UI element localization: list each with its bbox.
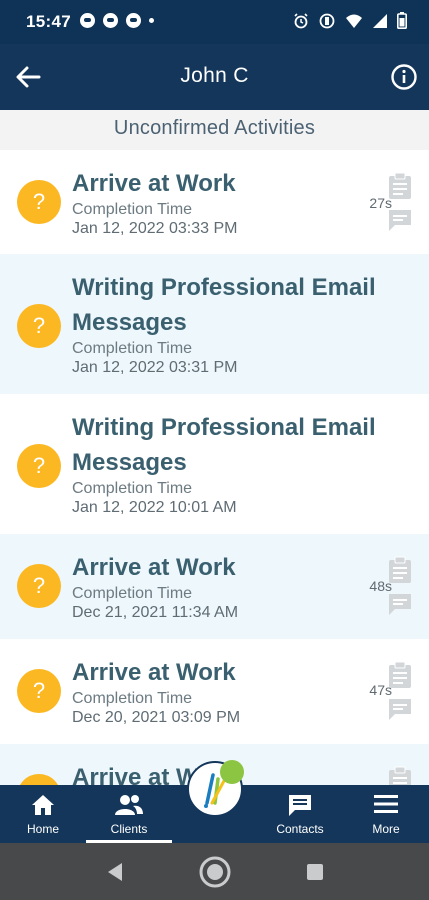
list-item[interactable]: ? Writing Professional Email Messages Co…	[0, 394, 429, 534]
menu-icon	[374, 795, 398, 813]
activity-title: Arrive at Work	[72, 554, 236, 581]
activity-actions	[387, 661, 415, 721]
pending-status-icon: ?	[17, 564, 61, 608]
system-back-button[interactable]	[100, 857, 130, 887]
system-home-button[interactable]	[198, 855, 232, 889]
signal-icon	[373, 13, 387, 28]
activity-date: Jan 12, 2022 03:31 PM	[72, 359, 238, 376]
activity-date: Jan 12, 2022 03:33 PM	[72, 220, 238, 237]
list-item[interactable]: ? Writing Professional Email Messages Co…	[0, 254, 429, 394]
clipboard-icon[interactable]	[387, 661, 413, 689]
activity-label: Completion Time	[72, 585, 193, 602]
activity-actions	[387, 556, 415, 616]
triangle-back-icon	[108, 863, 122, 881]
activity-title-line-1: Writing Professional Email	[72, 274, 376, 301]
activity-label: Completion Time	[72, 201, 193, 218]
status-bar: 15:47	[0, 0, 429, 44]
activity-actions	[387, 766, 415, 785]
circle-home-icon	[199, 856, 231, 888]
nav-more-label: More	[372, 822, 400, 836]
clipboard-icon[interactable]	[387, 556, 413, 584]
pending-status-icon: ?	[17, 669, 61, 713]
status-notifications	[80, 13, 154, 28]
system-recents-button[interactable]	[300, 857, 330, 887]
square-recents-icon	[307, 864, 323, 880]
activity-title-line-2: Messages	[72, 449, 187, 476]
activity-title: Arrive at Work	[72, 170, 236, 197]
activity-label: Completion Time	[72, 480, 193, 497]
status-system-icons	[293, 12, 407, 29]
pending-status-icon: ?	[17, 774, 61, 785]
pending-status-icon: ?	[17, 180, 61, 224]
comment-icon[interactable]	[387, 592, 413, 616]
vibrate-icon	[319, 13, 335, 28]
notification-icon	[126, 13, 141, 28]
activity-label: Completion Time	[72, 340, 193, 357]
nav-clients-label: Clients	[110, 822, 148, 836]
activity-date: Dec 21, 2021 11:34 AM	[72, 604, 239, 621]
pending-status-icon: ?	[17, 444, 61, 488]
dot-icon	[149, 18, 154, 23]
home-icon	[32, 795, 54, 815]
contacts-icon	[289, 795, 311, 816]
list-item[interactable]: ? Arrive at Work Completion Time Jan 12,…	[0, 150, 429, 254]
activity-title-line-2: Messages	[72, 309, 187, 336]
list-item[interactable]: ? Arrive at Work Completion Time Dec 20,…	[0, 639, 429, 744]
clipboard-icon[interactable]	[387, 172, 413, 200]
logo-accent-dot	[220, 760, 244, 784]
comment-icon[interactable]	[387, 208, 413, 232]
activity-title: Arrive at Work	[72, 659, 236, 686]
nav-more[interactable]: More	[343, 785, 429, 843]
nav-clients[interactable]: Clients	[86, 785, 172, 843]
status-time: 15:47	[26, 12, 71, 31]
activity-date: Dec 20, 2021 03:09 PM	[72, 709, 241, 726]
activity-label: Completion Time	[72, 690, 193, 707]
system-nav-bar	[0, 843, 429, 900]
page-title: John C	[180, 64, 249, 87]
clients-icon	[115, 795, 143, 815]
activity-actions	[387, 172, 415, 232]
notification-icon	[103, 13, 118, 28]
nav-home[interactable]: Home	[0, 785, 86, 843]
info-icon	[391, 64, 417, 90]
nav-contacts-label: Contacts	[276, 822, 324, 836]
alarm-icon	[294, 12, 308, 28]
activity-list[interactable]: ? Arrive at Work Completion Time Jan 12,…	[0, 150, 429, 785]
activity-title-line-1: Writing Professional Email	[72, 414, 376, 441]
wifi-icon	[346, 14, 362, 28]
app-header: John C	[0, 44, 429, 110]
nav-contacts[interactable]: Contacts	[257, 785, 343, 843]
clipboard-icon[interactable]	[387, 766, 413, 785]
info-button[interactable]	[389, 62, 419, 92]
nav-home-label: Home	[26, 822, 59, 836]
activity-date: Jan 12, 2022 10:01 AM	[72, 499, 237, 516]
pending-status-icon: ?	[17, 304, 61, 348]
section-title: Unconfirmed Activities	[0, 110, 429, 150]
comment-icon[interactable]	[387, 697, 413, 721]
list-item[interactable]: ? Arrive at Work Completion Time Dec 21,…	[0, 534, 429, 639]
notification-icon	[80, 13, 95, 28]
battery-icon	[397, 12, 407, 29]
